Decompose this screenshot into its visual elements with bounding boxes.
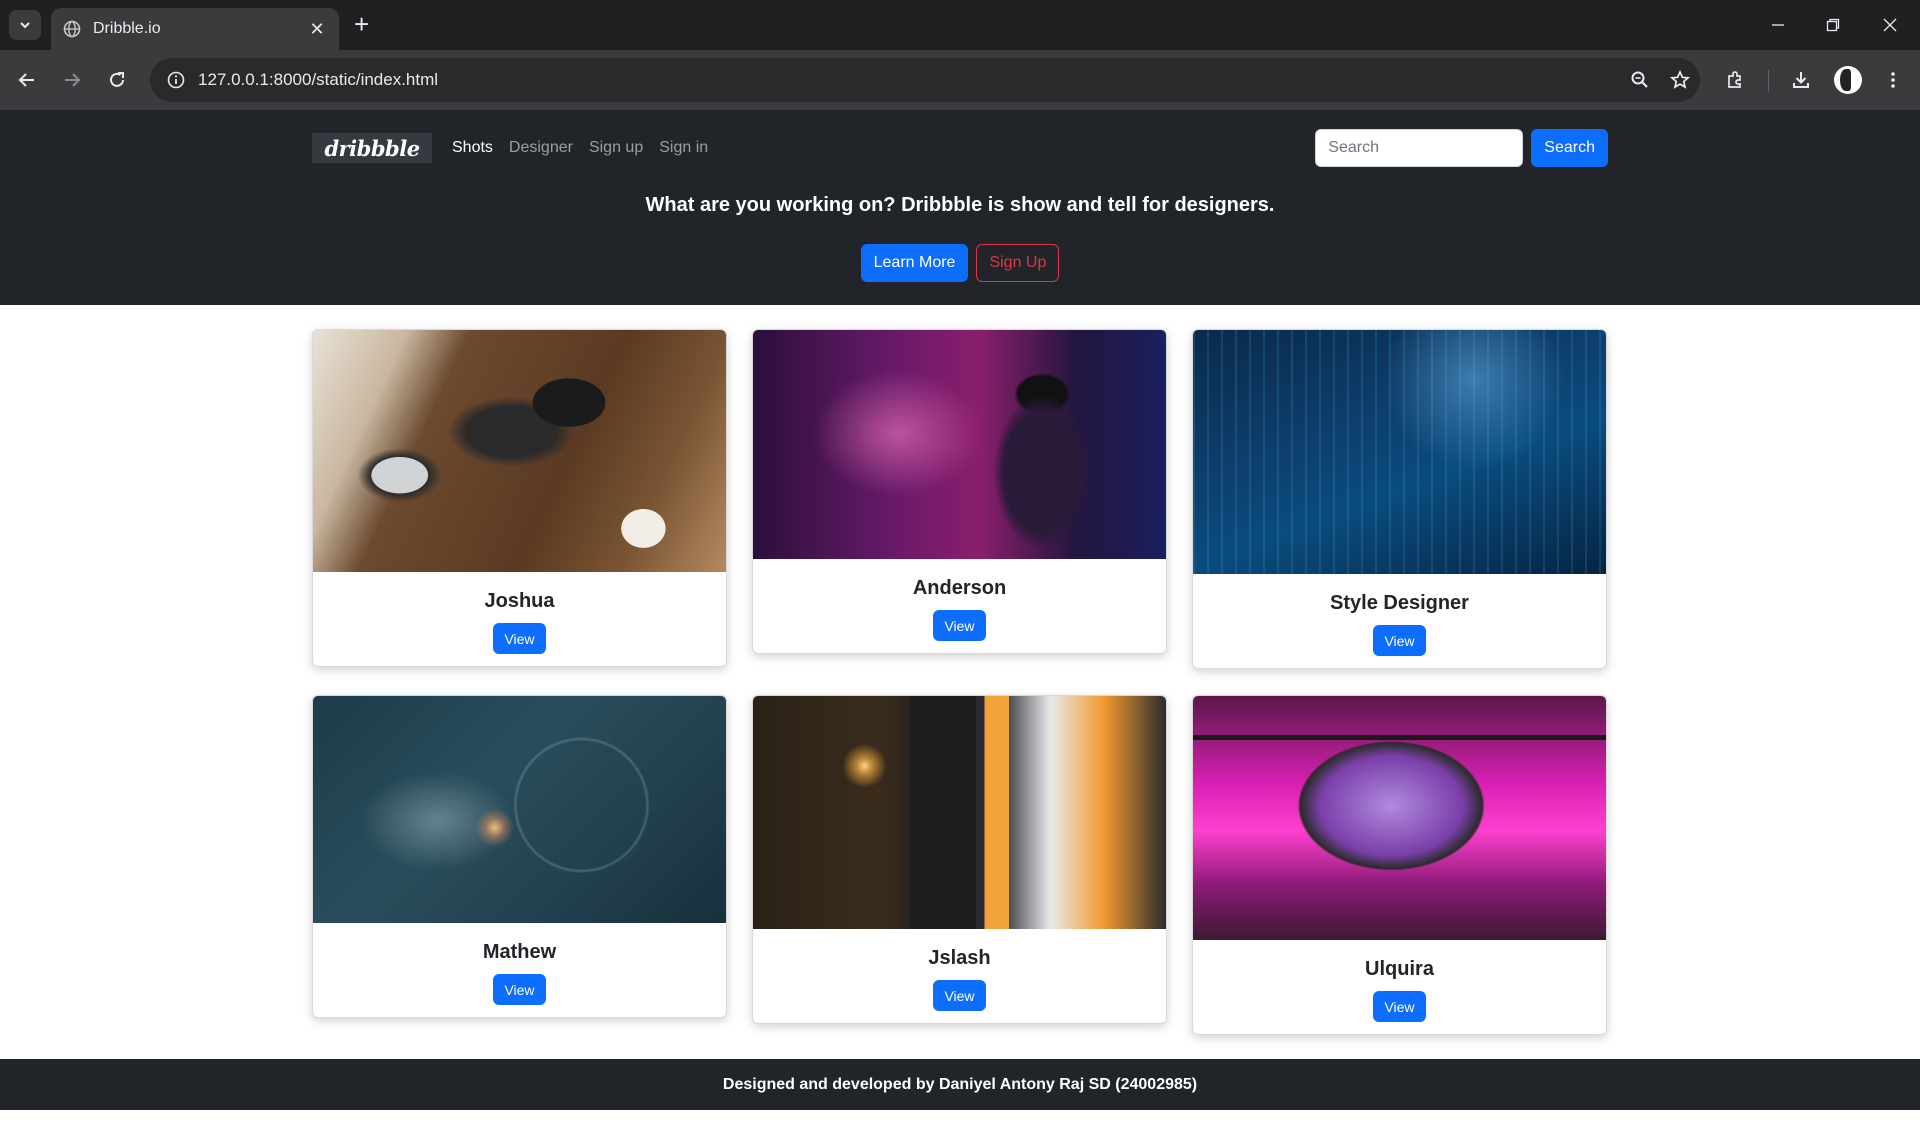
phone-design-image (753, 696, 1166, 929)
extensions-icon[interactable] (1720, 65, 1750, 95)
view-button[interactable]: View (1373, 991, 1426, 1022)
view-button[interactable]: View (933, 610, 986, 641)
view-button[interactable]: View (493, 974, 546, 1005)
vr-headset-image (753, 330, 1166, 559)
designer-card: Mathew View (312, 695, 727, 1018)
search-button[interactable]: Search (1531, 129, 1608, 167)
card-title: Joshua (484, 590, 555, 612)
zoom-icon[interactable] (1620, 70, 1660, 90)
navbar: dribbble Shots Designer Sign up Sign in … (312, 118, 1608, 178)
card-title: Jslash (928, 947, 991, 969)
close-tab-icon[interactable]: ✕ (307, 19, 327, 40)
forward-arrow-icon[interactable] (57, 65, 87, 95)
browser-tab-strip: Dribble.io ✕ + (0, 0, 1920, 50)
learn-more-button[interactable]: Learn More (860, 244, 969, 282)
nav-link-sign-in[interactable]: Sign in (651, 139, 716, 157)
restore-icon[interactable] (1813, 10, 1853, 40)
site-header: dribbble Shots Designer Sign up Sign in … (0, 110, 1920, 305)
digital-tech-image (1193, 330, 1606, 574)
brand-logo[interactable]: dribbble (312, 133, 432, 163)
toolbar-divider (1768, 70, 1769, 92)
reload-icon[interactable] (102, 65, 132, 95)
footer-credit: Designed and developed by Daniyel Antony… (722, 1075, 1198, 1093)
tab-title: Dribble.io (93, 20, 161, 37)
site-footer: Designed and developed by Daniyel Antony… (0, 1059, 1920, 1110)
minimize-icon[interactable] (1758, 10, 1798, 40)
card-title: Mathew (482, 941, 557, 963)
designer-card: Jslash View (752, 695, 1167, 1024)
sign-up-button[interactable]: Sign Up (976, 244, 1060, 282)
designer-card: Anderson View (752, 329, 1167, 654)
browser-tab[interactable]: Dribble.io ✕ (51, 8, 339, 50)
card-title: Anderson (912, 577, 1007, 599)
card-title: Ulquira (1365, 958, 1434, 980)
globe-icon (63, 20, 81, 38)
url-text[interactable]: 127.0.0.1:8000/static/index.html (198, 70, 1620, 90)
more-menu-icon[interactable] (1878, 65, 1908, 95)
designer-card: Ulquira View (1192, 695, 1607, 1035)
profile-avatar[interactable] (1834, 66, 1862, 94)
cyber-security-image (313, 696, 726, 923)
hero-title: What are you working on? Dribbble is sho… (645, 194, 1275, 216)
bookmark-star-icon[interactable] (1660, 70, 1700, 90)
search-form: Search (1315, 129, 1608, 167)
new-tab-icon[interactable]: + (354, 11, 369, 37)
nav-links: Shots Designer Sign up Sign in (444, 139, 716, 157)
nav-link-designer[interactable]: Designer (501, 139, 581, 157)
pink-desk-setup-image (1193, 696, 1606, 940)
hero-actions: Learn More Sign Up (0, 244, 1920, 282)
view-button[interactable]: View (1373, 625, 1426, 656)
back-arrow-icon[interactable] (12, 65, 42, 95)
designer-card: Style Designer View (1192, 329, 1607, 669)
close-window-icon[interactable] (1870, 10, 1910, 40)
address-bar[interactable]: 127.0.0.1:8000/static/index.html (150, 58, 1700, 102)
chevron-down-icon (20, 22, 30, 29)
nav-link-shots[interactable]: Shots (444, 139, 501, 157)
view-button[interactable]: View (933, 980, 986, 1011)
download-icon[interactable] (1786, 65, 1816, 95)
designer-card: Joshua View (312, 329, 727, 667)
site-info-icon[interactable] (154, 71, 198, 89)
card-title: Style Designer (1330, 592, 1469, 614)
nav-link-sign-up[interactable]: Sign up (581, 139, 651, 157)
browser-toolbar: 127.0.0.1:8000/static/index.html (0, 50, 1920, 110)
view-button[interactable]: View (493, 623, 546, 654)
workspace-desk-image (313, 330, 726, 572)
search-input[interactable] (1315, 129, 1524, 167)
tab-search-button[interactable] (9, 10, 41, 40)
